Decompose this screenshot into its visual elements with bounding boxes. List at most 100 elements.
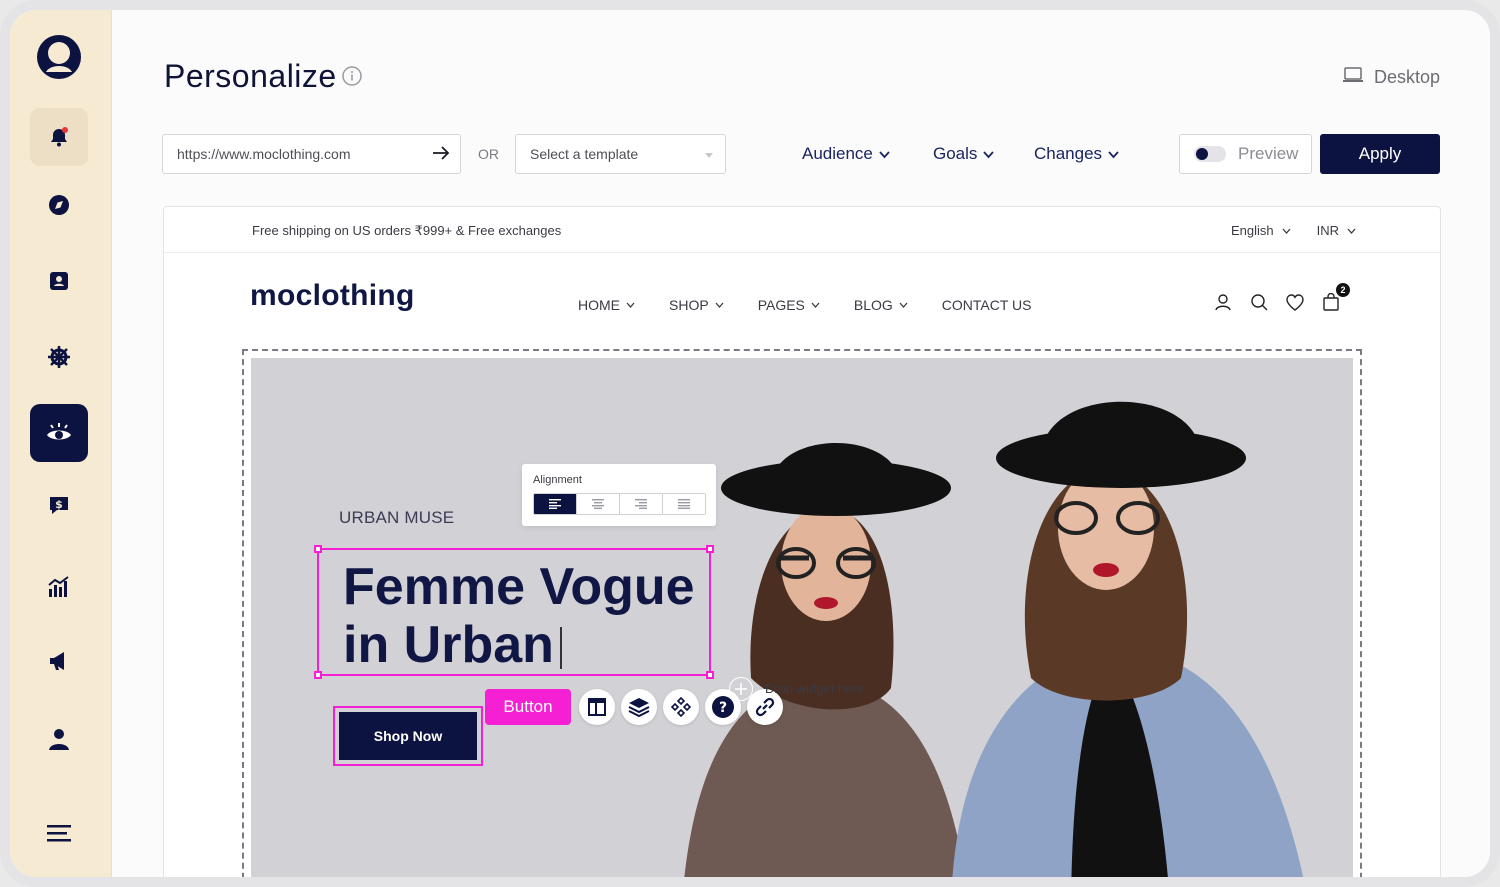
site-actions: 2 xyxy=(1214,283,1350,316)
resize-handle[interactable] xyxy=(314,545,322,553)
nav-item-shop[interactable]: SHOP xyxy=(669,297,724,313)
hero-headline[interactable]: Femme Vogue in Urban xyxy=(343,558,695,674)
nav-label: CONTACT US xyxy=(941,297,1032,313)
audience-label: Audience xyxy=(802,144,873,163)
apply-button[interactable]: Apply xyxy=(1320,134,1440,174)
caret-down-icon xyxy=(705,146,713,162)
nav-item-pages[interactable]: PAGES xyxy=(758,297,820,313)
layout-icon xyxy=(588,698,606,716)
announcement-bar: Free shipping on US orders ₹999+ & Free … xyxy=(164,207,1440,253)
megaphone-icon xyxy=(47,649,71,673)
alignment-label: Alignment xyxy=(533,474,582,486)
goals-dropdown[interactable]: Goals xyxy=(933,144,995,164)
template-select[interactable]: Select a template xyxy=(515,134,726,174)
nav-item-blog[interactable]: BLOG xyxy=(854,297,908,313)
language-select[interactable]: English xyxy=(1231,223,1291,238)
align-justify-button[interactable] xyxy=(663,494,705,514)
align-right-button[interactable] xyxy=(620,494,663,514)
currency-select[interactable]: INR xyxy=(1317,223,1356,238)
sidebar: $ xyxy=(10,10,112,877)
component-icon xyxy=(671,697,691,717)
resize-handle[interactable] xyxy=(706,545,714,553)
align-center-icon xyxy=(592,499,604,509)
account-icon[interactable] xyxy=(1214,293,1232,316)
align-center-button[interactable] xyxy=(577,494,620,514)
info-icon[interactable] xyxy=(342,66,362,91)
changes-label: Changes xyxy=(1034,144,1103,163)
align-left-button[interactable] xyxy=(534,494,577,514)
audience-dropdown[interactable]: Audience xyxy=(802,144,890,164)
nav-item-home[interactable]: HOME xyxy=(578,297,635,313)
headline-selection[interactable]: Femme Vogue in Urban xyxy=(314,545,714,679)
sidebar-item-profile[interactable] xyxy=(30,710,88,768)
laptop-icon xyxy=(1342,66,1364,89)
search-icon[interactable] xyxy=(1250,293,1268,316)
or-separator: OR xyxy=(478,146,499,162)
headline-line-2: in Urban xyxy=(343,616,695,674)
goals-label: Goals xyxy=(933,144,978,163)
ship-wheel-icon xyxy=(47,345,71,369)
svg-text:$: $ xyxy=(55,498,63,511)
compass-icon xyxy=(48,194,70,216)
layers-icon xyxy=(628,698,650,717)
site-logo[interactable]: moclothing xyxy=(250,279,415,313)
main-panel: Personalize Desktop https://www.moclothi… xyxy=(112,10,1490,877)
app-logo[interactable] xyxy=(36,34,82,80)
contact-card-icon xyxy=(48,270,70,292)
nav-label: HOME xyxy=(578,297,620,313)
sidebar-item-explore[interactable] xyxy=(30,176,88,234)
heart-icon[interactable] xyxy=(1286,293,1304,316)
preview-label: Preview xyxy=(1238,144,1299,163)
element-type-tag: Button xyxy=(485,689,571,725)
sidebar-item-personalize[interactable] xyxy=(30,404,88,462)
sidebar-item-campaigns[interactable] xyxy=(30,632,88,690)
sidebar-item-integrations[interactable] xyxy=(30,328,88,386)
page-title: Personalize xyxy=(164,58,337,94)
component-tool-button[interactable] xyxy=(663,689,699,725)
app-frame: $ Personalize Desktop https://www.moclot… xyxy=(0,0,1500,887)
sidebar-item-notifications[interactable] xyxy=(30,108,88,166)
preview-toggle[interactable]: Preview xyxy=(1179,134,1312,174)
drop-widget-hint: Drop widget here xyxy=(765,681,864,696)
sidebar-item-contacts[interactable] xyxy=(30,252,88,310)
hero-banner[interactable]: URBAN MUSE Alignment Femme Vogue in Urba… xyxy=(251,358,1353,877)
sidebar-item-menu[interactable] xyxy=(30,804,88,862)
headline-line-1: Femme Vogue xyxy=(343,558,695,616)
device-toggle[interactable]: Desktop xyxy=(1342,66,1440,89)
eye-icon xyxy=(45,422,73,444)
dollar-chat-icon: $ xyxy=(48,494,70,516)
announcement-text: Free shipping on US orders ₹999+ & Free … xyxy=(252,223,562,238)
help-icon: ? xyxy=(712,696,734,718)
alignment-group xyxy=(533,493,706,515)
shop-now-button[interactable]: Shop Now xyxy=(339,712,477,760)
nav-item-contact[interactable]: CONTACT US xyxy=(942,297,1032,313)
site-nav: HOME SHOP PAGES BLOG CONTACT US xyxy=(578,297,1032,313)
text-cursor xyxy=(559,627,562,670)
template-select-placeholder: Select a template xyxy=(530,146,639,162)
url-input[interactable]: https://www.moclothing.com xyxy=(162,134,461,174)
hero-eyebrow[interactable]: URBAN MUSE xyxy=(339,508,454,528)
sidebar-item-analytics[interactable] xyxy=(30,558,88,616)
layers-tool-button[interactable] xyxy=(621,689,657,725)
add-widget-button[interactable] xyxy=(729,677,753,701)
resize-handle[interactable] xyxy=(314,671,322,679)
arrow-right-icon[interactable] xyxy=(432,145,450,163)
changes-dropdown[interactable]: Changes xyxy=(1034,144,1119,164)
nav-label: PAGES xyxy=(757,297,805,313)
chevron-down-icon xyxy=(1347,228,1356,234)
cart-button[interactable]: 2 xyxy=(1322,283,1350,316)
preview-switch[interactable] xyxy=(1194,146,1226,162)
cta-selection[interactable]: Shop Now xyxy=(333,706,483,766)
chevron-down-icon xyxy=(1108,144,1119,164)
headline-line-2-text: in Urban xyxy=(343,616,554,674)
cart-count-badge: 2 xyxy=(1336,283,1350,297)
link-icon xyxy=(755,697,775,717)
align-justify-icon xyxy=(678,499,690,509)
alignment-popover: Alignment xyxy=(522,464,716,526)
currency-value: INR xyxy=(1316,223,1339,238)
svg-text:?: ? xyxy=(719,700,727,716)
sidebar-item-revenue[interactable]: $ xyxy=(30,476,88,534)
plus-icon xyxy=(735,683,747,695)
resize-handle[interactable] xyxy=(706,671,714,679)
layout-tool-button[interactable] xyxy=(579,689,615,725)
